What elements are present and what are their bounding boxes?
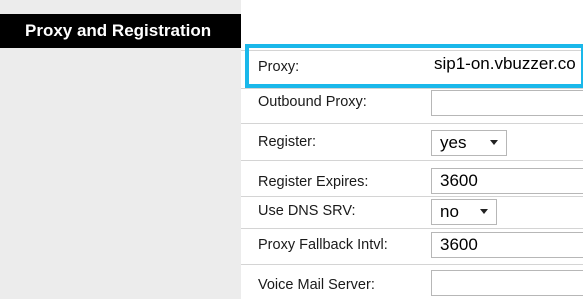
- row-separator: [241, 228, 583, 229]
- outbound-proxy-label: Outbound Proxy:: [258, 94, 367, 110]
- use-dns-srv-select[interactable]: no: [431, 199, 497, 225]
- section-header: Proxy and Registration: [0, 14, 241, 48]
- row-separator: [241, 88, 583, 89]
- proxy-fallback-intvl-input[interactable]: 3600: [431, 232, 583, 258]
- row-separator: [241, 123, 583, 124]
- proxy-fallback-intvl-label: Proxy Fallback Intvl:: [258, 237, 388, 253]
- chevron-down-icon: [480, 209, 488, 214]
- register-select[interactable]: yes: [431, 130, 507, 156]
- register-expires-input[interactable]: 3600: [431, 168, 583, 194]
- outbound-proxy-input[interactable]: [431, 90, 583, 116]
- register-label: Register:: [258, 134, 317, 150]
- use-dns-srv-label: Use DNS SRV:: [258, 203, 356, 219]
- voice-mail-server-input[interactable]: [431, 270, 583, 296]
- voice-mail-server-label: Voice Mail Server:: [258, 277, 375, 293]
- chevron-down-icon: [490, 140, 498, 145]
- proxy-highlight-box: [245, 44, 583, 88]
- use-dns-srv-select-value: no: [440, 202, 459, 221]
- row-separator: [241, 160, 583, 161]
- row-separator: [241, 264, 583, 265]
- register-expires-label: Register Expires:: [258, 174, 369, 190]
- row-separator: [241, 196, 583, 197]
- register-select-value: yes: [440, 133, 467, 152]
